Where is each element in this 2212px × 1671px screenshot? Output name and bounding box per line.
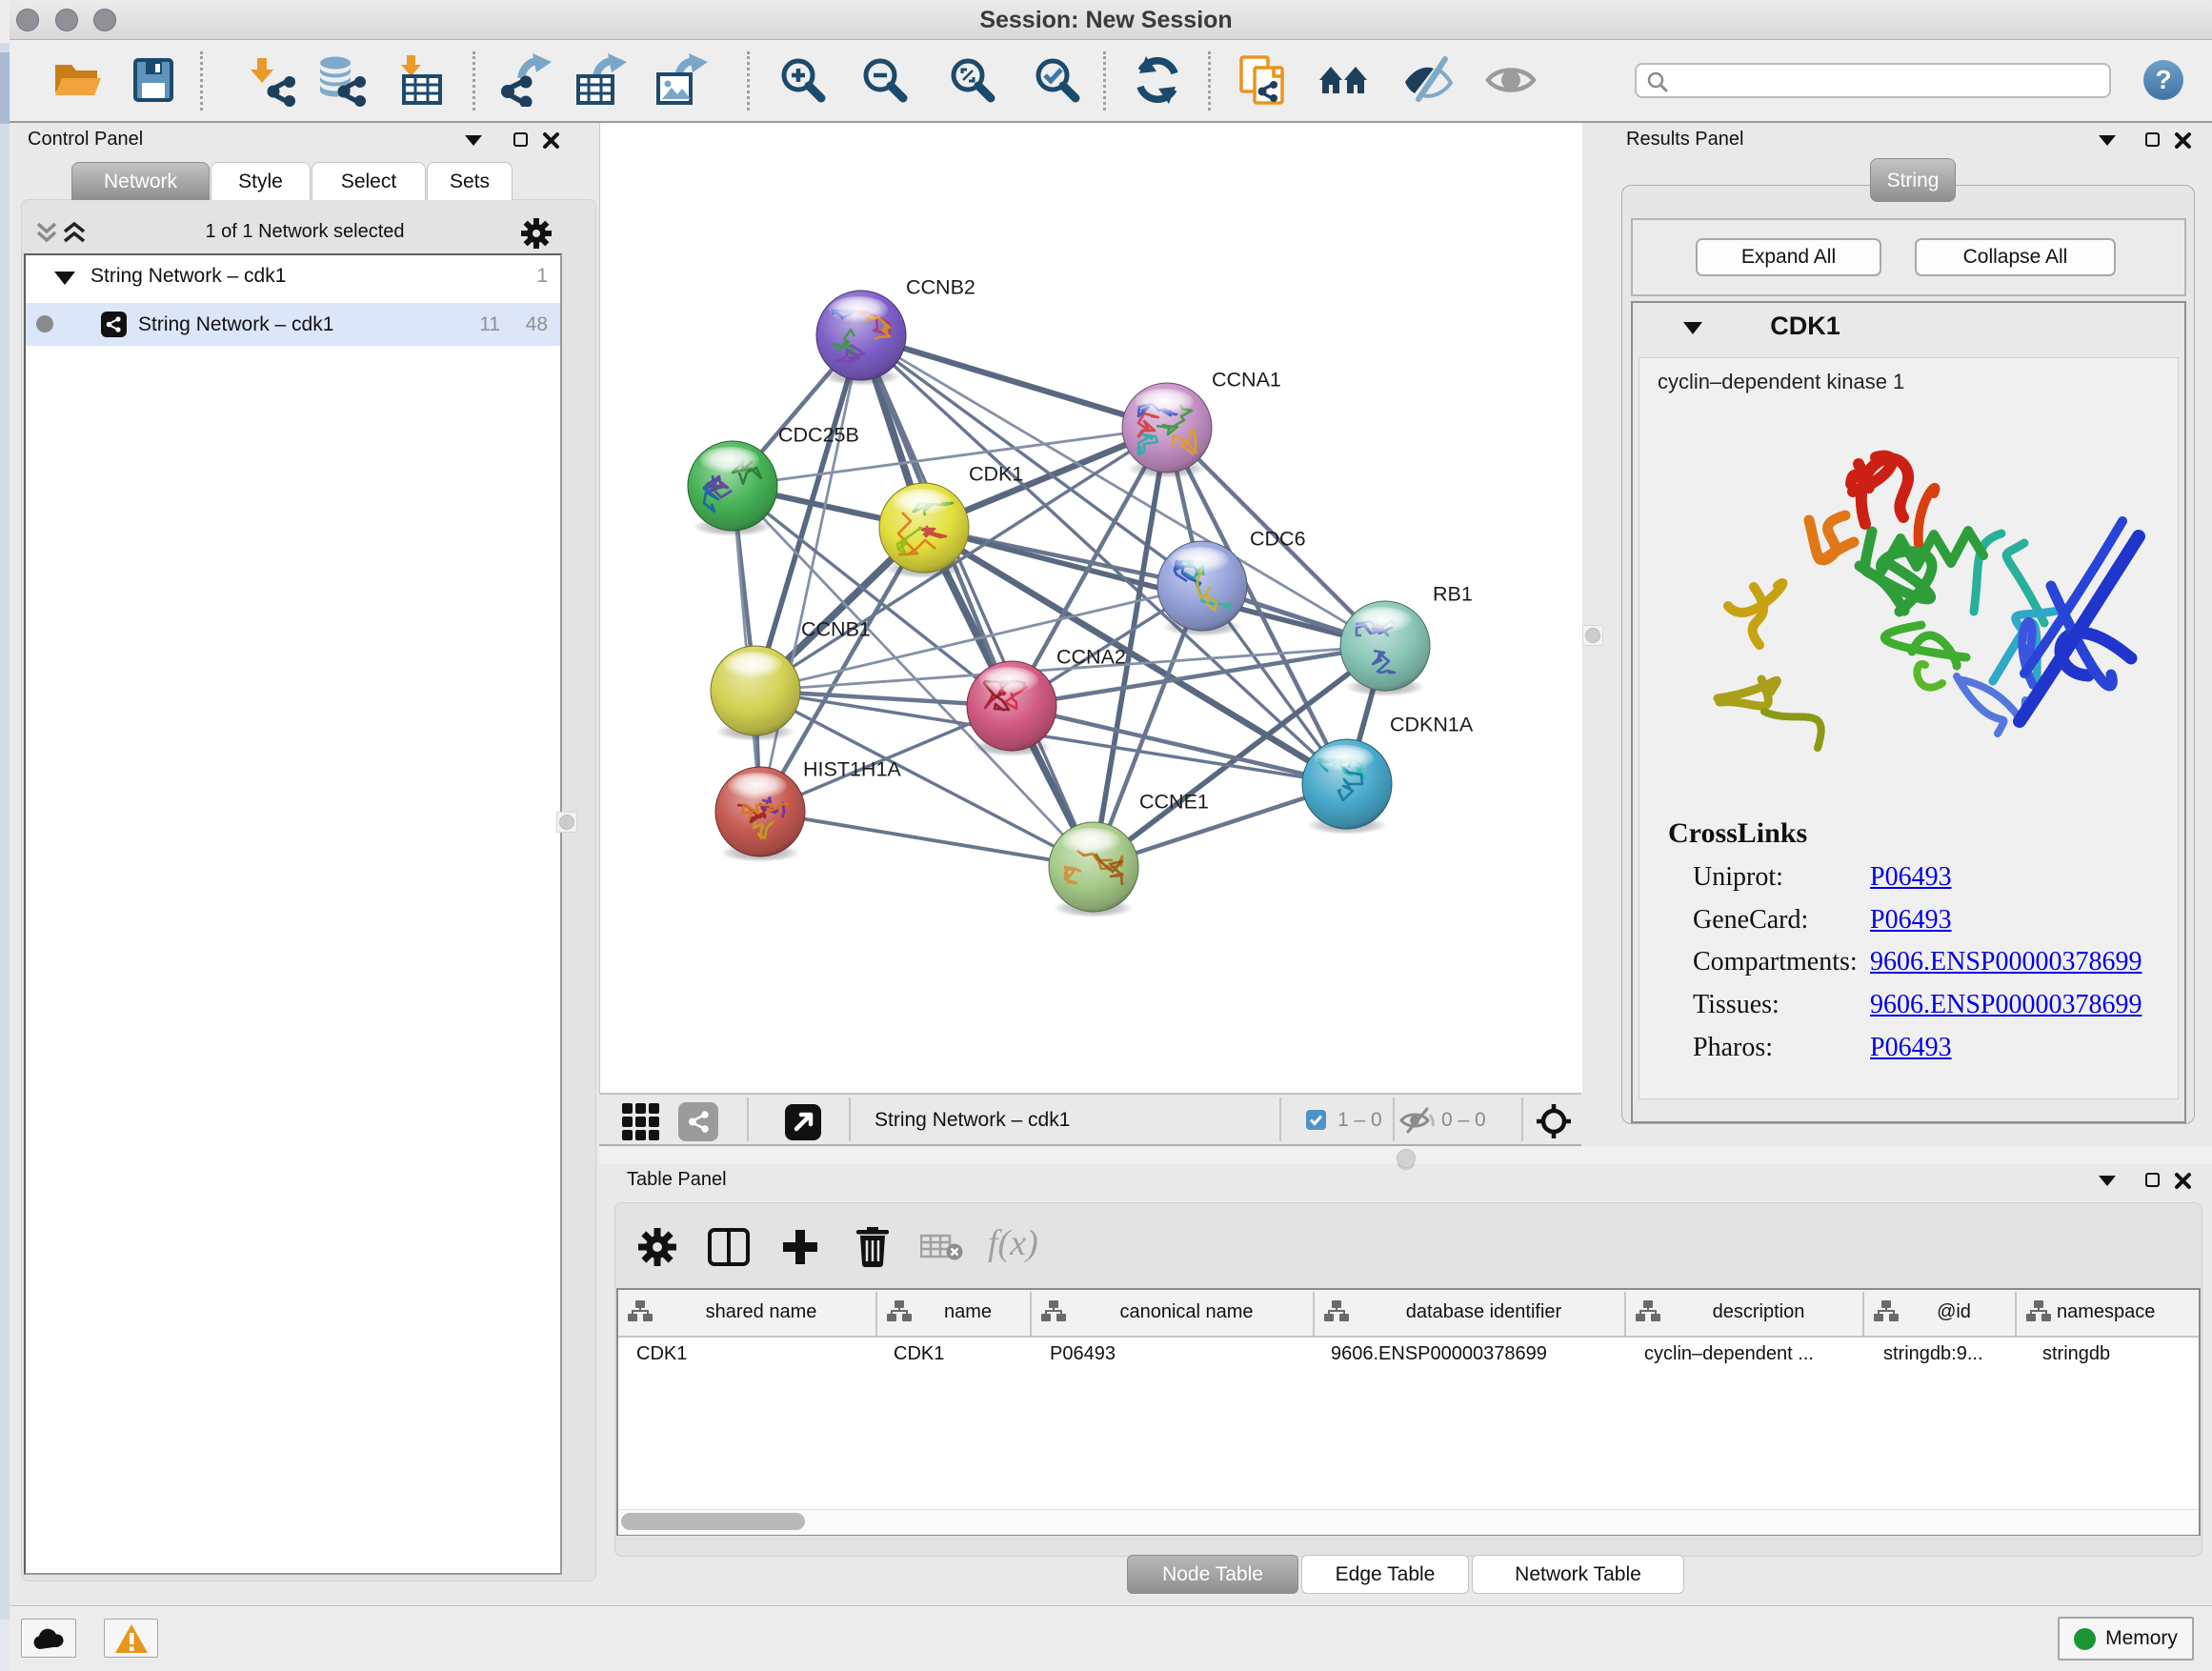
svg-text:CCNB2: CCNB2 [906, 276, 975, 299]
svg-text:HIST1H1A: HIST1H1A [803, 758, 901, 781]
svg-text:RB1: RB1 [1433, 583, 1473, 606]
svg-text:CCNB1: CCNB1 [801, 618, 871, 641]
svg-text:CDKN1A: CDKN1A [1390, 714, 1474, 736]
svg-text:CDC25B: CDC25B [778, 424, 859, 447]
svg-text:CCNA1: CCNA1 [1212, 369, 1281, 392]
svg-text:CDC6: CDC6 [1250, 528, 1306, 551]
svg-text:CCNE1: CCNE1 [1139, 791, 1209, 814]
svg-text:CDK1: CDK1 [969, 463, 1023, 486]
svg-text:CCNA2: CCNA2 [1056, 646, 1126, 669]
